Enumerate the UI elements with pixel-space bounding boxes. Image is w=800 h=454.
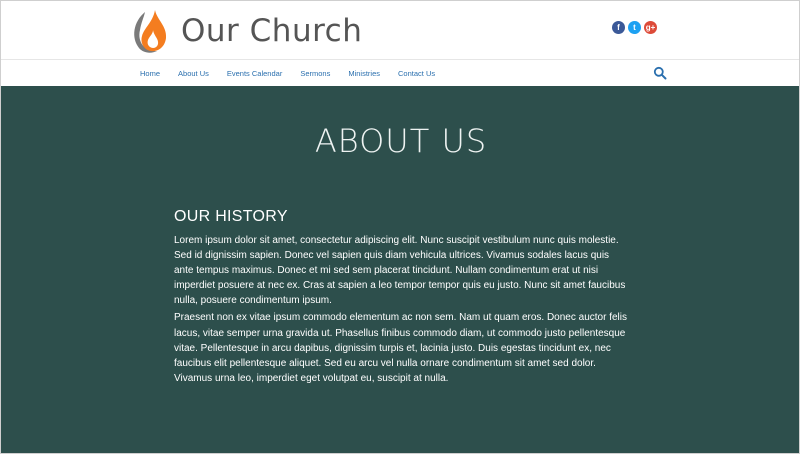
content-area: ABOUT US OUR HISTORY Lorem ipsum dolor s… (1, 86, 799, 453)
search-icon[interactable] (653, 66, 667, 80)
browser-viewport: Our Church f t g+ Home About Us Events C… (0, 0, 800, 454)
history-paragraph-1: Lorem ipsum dolor sit amet, consectetur … (174, 235, 626, 307)
section-heading: OUR HISTORY (174, 208, 288, 225)
social-links: f t g+ (612, 21, 657, 34)
nav-item-events-calendar[interactable]: Events Calendar (227, 69, 282, 78)
site-header: Our Church f t g+ (1, 1, 799, 59)
site-logo[interactable]: Our Church (131, 7, 401, 55)
facebook-icon[interactable]: f (612, 21, 625, 34)
flame-logo-icon (134, 10, 167, 53)
nav-menu: Home About Us Events Calendar Sermons Mi… (140, 60, 435, 86)
nav-item-about-us[interactable]: About Us (178, 69, 209, 78)
history-section: OUR HISTORY Lorem ipsum dolor sit amet, … (174, 208, 630, 388)
twitter-icon[interactable]: t (628, 21, 641, 34)
nav-item-sermons[interactable]: Sermons (300, 69, 330, 78)
page-title: ABOUT US (314, 122, 488, 160)
nav-item-contact-us[interactable]: Contact Us (398, 69, 435, 78)
history-paragraph-2: Praesent non ex vitae ipsum commodo elem… (174, 312, 627, 384)
nav-item-home[interactable]: Home (140, 69, 160, 78)
main-navigation: Home About Us Events Calendar Sermons Mi… (1, 59, 799, 86)
nav-item-ministries[interactable]: Ministries (348, 69, 380, 78)
google-plus-icon[interactable]: g+ (644, 21, 657, 34)
site-name: Our Church (181, 12, 363, 49)
